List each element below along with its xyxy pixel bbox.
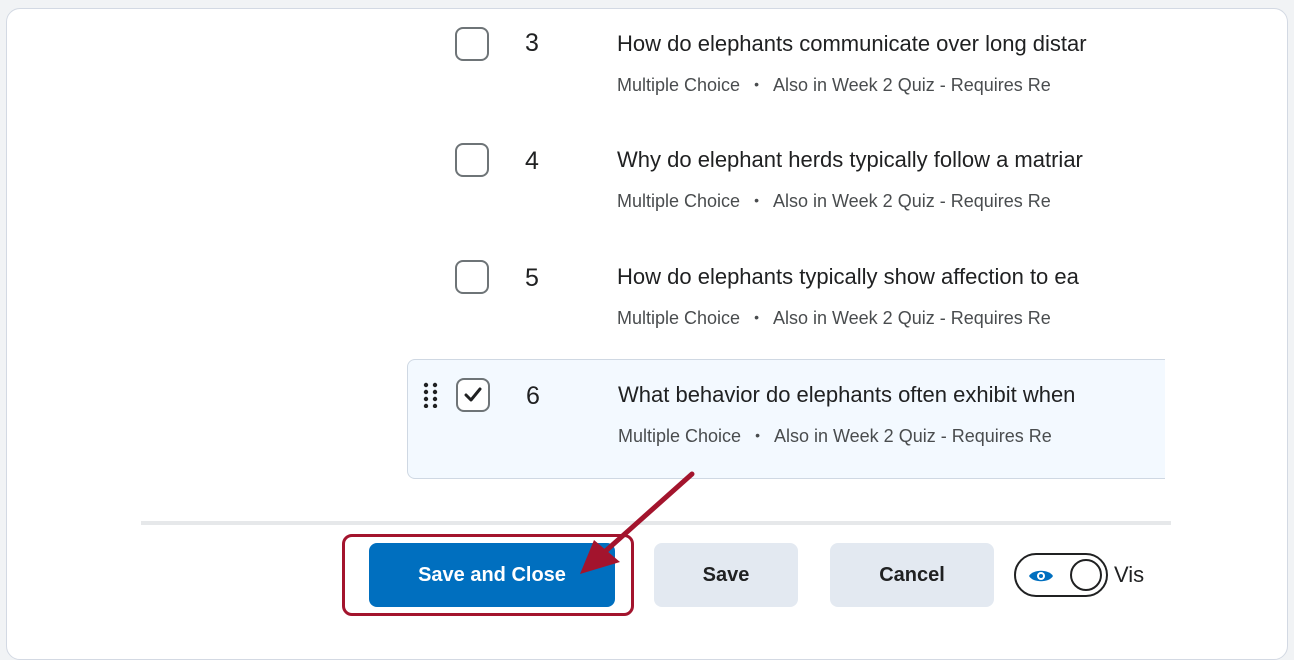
question-meta: Multiple Choice • Also in Week 2 Quiz - Re… [618, 426, 1052, 447]
meta-separator: • [754, 309, 759, 325]
meta-separator: • [755, 427, 760, 443]
cancel-button[interactable]: Cancel [830, 543, 994, 607]
question-number: 4 [525, 147, 539, 175]
question-checkbox-5[interactable] [455, 260, 489, 294]
eye-icon [1029, 570, 1053, 582]
question-row-4[interactable]: 4 Why do elephant herds typically follow… [407, 125, 1165, 243]
question-title[interactable]: Why do elephant herds typically follow a… [617, 147, 1083, 173]
save-and-close-button[interactable]: Save and Close [369, 543, 615, 607]
meta-separator: • [754, 192, 759, 208]
save-button[interactable]: Save [654, 543, 798, 607]
question-meta: Multiple Choice • Also in Week 2 Quiz - Re… [617, 75, 1051, 96]
question-number: 5 [525, 264, 539, 292]
question-type: Multiple Choice [618, 426, 742, 446]
question-title[interactable]: What behavior do elephants often exhibit… [618, 382, 1075, 408]
footer-divider [141, 521, 1171, 525]
drag-handle-icon[interactable] [422, 382, 440, 408]
visibility-toggle[interactable] [1014, 553, 1108, 597]
question-title[interactable]: How do elephants typically show affectio… [617, 264, 1079, 290]
question-number: 3 [525, 29, 539, 57]
question-title[interactable]: How do elephants communicate over long d… [617, 31, 1087, 57]
question-type: Multiple Choice [617, 75, 741, 95]
question-row-5[interactable]: 5 How do elephants typically show affect… [407, 242, 1165, 360]
question-meta: Multiple Choice • Also in Week 2 Quiz - Re… [617, 191, 1051, 212]
question-row-6[interactable]: 6 What behavior do elephants often exhib… [407, 359, 1165, 479]
question-row-3[interactable]: 3 How do elephants communicate over long… [407, 9, 1165, 127]
visibility-label: Vis [1114, 562, 1145, 587]
question-checkbox-4[interactable] [455, 143, 489, 177]
question-context: Also in Week 2 Quiz - Requires Re [772, 308, 1051, 328]
question-type: Multiple Choice [617, 191, 741, 211]
meta-separator: • [754, 76, 759, 92]
question-context: Also in Week 2 Quiz - Requires Re [773, 426, 1052, 446]
checkmark-icon [464, 387, 482, 402]
question-checkbox-6[interactable] [456, 378, 490, 412]
question-context: Also in Week 2 Quiz - Requires Re [772, 191, 1051, 211]
toggle-knob [1070, 559, 1102, 591]
question-meta: Multiple Choice • Also in Week 2 Quiz - Re… [617, 308, 1051, 329]
question-context: Also in Week 2 Quiz - Requires Re [772, 75, 1051, 95]
question-checkbox-3[interactable] [455, 27, 489, 61]
question-number: 6 [526, 382, 540, 410]
question-type: Multiple Choice [617, 308, 741, 328]
